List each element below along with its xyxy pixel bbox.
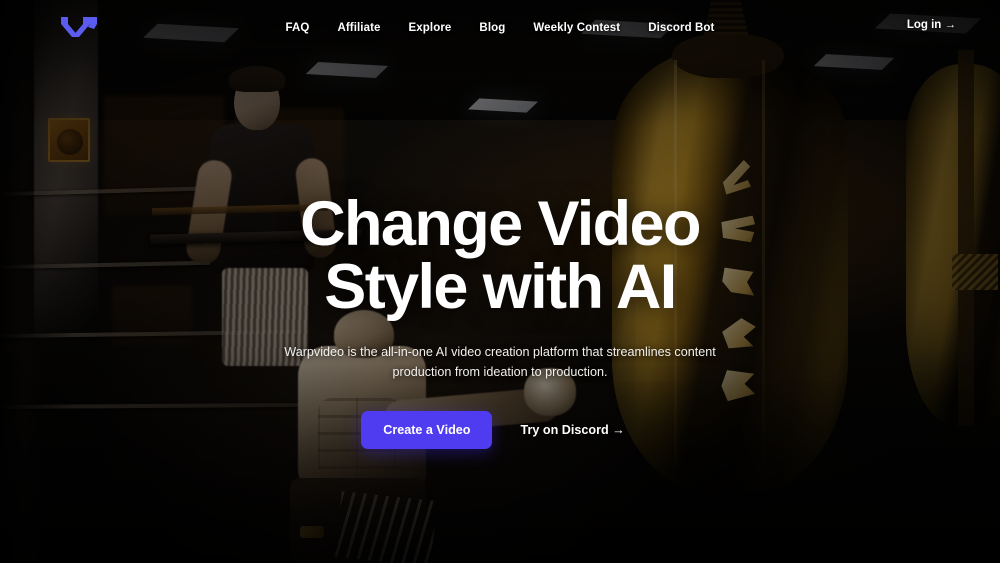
page-title: Change Video Style with AI	[300, 193, 701, 322]
create-a-video-button[interactable]: Create a Video	[361, 410, 493, 449]
site-header: FAQ Affiliate Explore Blog Weekly Contes…	[0, 0, 1000, 56]
main-navigation: FAQ Affiliate Explore Blog Weekly Contes…	[0, 0, 1000, 56]
nav-item-affiliate[interactable]: Affiliate	[323, 16, 394, 40]
nav-item-discord-bot[interactable]: Discord Bot	[634, 16, 728, 40]
nav-item-blog[interactable]: Blog	[465, 16, 519, 40]
try-on-discord-button[interactable]: Try on Discord →	[506, 411, 638, 449]
nav-item-faq[interactable]: FAQ	[272, 16, 324, 40]
hero-section: Change Video Style with AI Warpvideo is …	[0, 0, 1000, 563]
landing-page: FAQ Affiliate Explore Blog Weekly Contes…	[0, 0, 1000, 563]
hero-subheading: Warpvideo is the all-in-one AI video cre…	[284, 345, 716, 380]
nav-item-explore[interactable]: Explore	[395, 16, 466, 40]
hero-heading-line-1: Change Video	[300, 189, 701, 259]
hero-heading-line-2: Style with AI	[324, 252, 677, 322]
login-button[interactable]: Log in →	[907, 19, 956, 31]
hero-cta-group: Create a Video Try on Discord →	[361, 410, 639, 449]
nav-item-weekly-contest[interactable]: Weekly Contest	[519, 16, 634, 40]
